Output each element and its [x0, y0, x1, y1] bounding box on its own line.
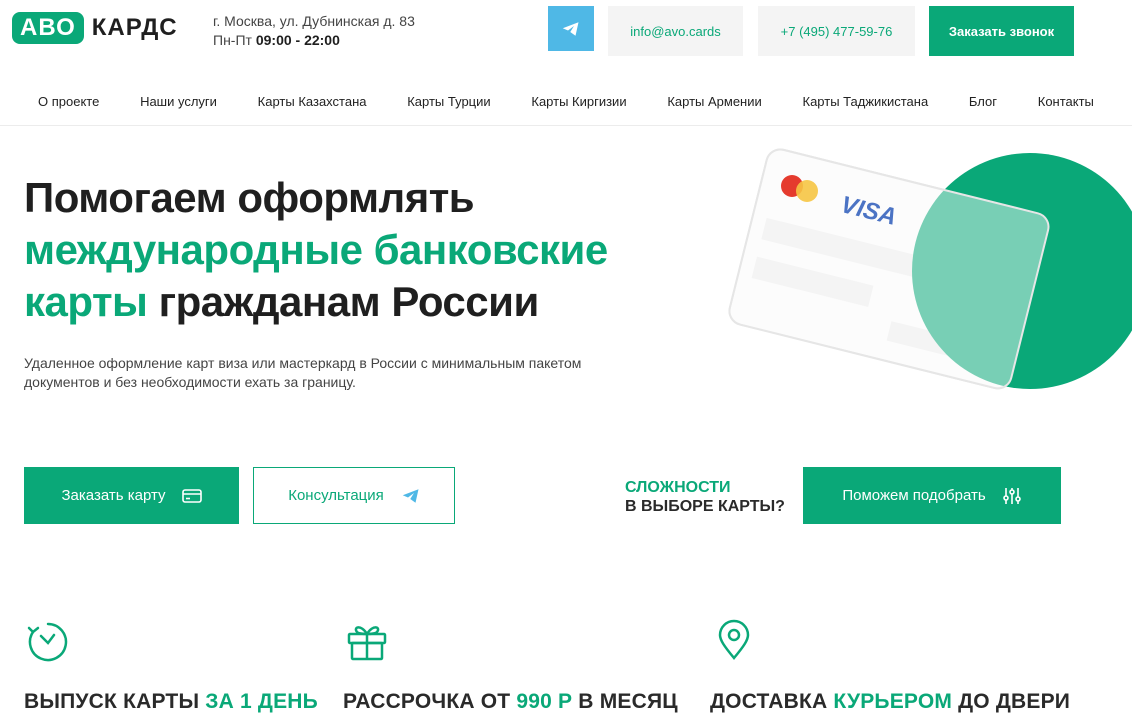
- address-text: г. Москва, ул. Дубнинская д. 83: [213, 13, 415, 29]
- hero-title: Помогаем оформлять международные банковс…: [24, 172, 608, 328]
- hero-card-illustration: VISA: [728, 148, 1132, 390]
- order-card-label: Заказать карту: [61, 487, 166, 504]
- contact-info: г. Москва, ул. Дубнинская д. 83 Пн-Пт 09…: [213, 12, 415, 50]
- nav-item-kazakhstan[interactable]: Карты Казахстана: [240, 94, 385, 109]
- location-pin-icon: [718, 619, 750, 660]
- nav-item-blog[interactable]: Блог: [951, 94, 1015, 109]
- nav-item-armenia[interactable]: Карты Армении: [649, 94, 779, 109]
- credit-card-icon: [181, 488, 202, 503]
- hero-title-line2: международные банковские: [24, 226, 608, 273]
- gift-icon: [347, 626, 387, 661]
- nav-item-services[interactable]: Наши услуги: [122, 94, 235, 109]
- feature-title: ВЫПУСК КАРТЫ ЗА 1 ДЕНЬ: [24, 690, 318, 714]
- nav-item-kyrgyzstan[interactable]: Карты Киргизии: [513, 94, 644, 109]
- difficulty-line1: СЛОЖНОСТИ: [625, 479, 731, 496]
- help-choose-label: Поможем подобрать: [842, 487, 986, 504]
- telegram-button[interactable]: [548, 6, 594, 51]
- help-choose-button[interactable]: Поможем подобрать: [803, 467, 1061, 524]
- clock-icon: [27, 622, 68, 662]
- feature-item-installment: РАССРОЧКА ОТ 990 Р В МЕСЯЦ: [343, 618, 678, 713]
- feature-text: ДОСТАВКА: [710, 690, 834, 713]
- consultation-button[interactable]: Консультация: [253, 467, 455, 524]
- feature-text: РАССРОЧКА ОТ: [343, 690, 517, 713]
- hours-value: 09:00 - 22:00: [255, 32, 340, 48]
- logo[interactable]: АВО КАРДС: [12, 12, 178, 44]
- hero-title-line1: Помогаем оформлять: [24, 174, 475, 221]
- email-button[interactable]: info@avo.cards: [608, 6, 743, 56]
- difficulty-prompt: СЛОЖНОСТИ В ВЫБОРЕ КАРТЫ?: [625, 478, 785, 516]
- main-nav: О проекте Наши услуги Карты Казахстана К…: [20, 94, 1112, 109]
- hours-prefix: Пн-Пт: [213, 32, 252, 48]
- difficulty-line2: В ВЫБОРЕ КАРТЫ?: [625, 498, 785, 515]
- nav-item-contacts[interactable]: Контакты: [1020, 94, 1112, 109]
- site-header: АВО КАРДС г. Москва, ул. Дубнинская д. 8…: [0, 0, 1132, 126]
- feature-highlight: КУРЬЕРОМ: [833, 690, 953, 713]
- hero-subtitle: Удаленное оформление карт виза или масте…: [24, 355, 582, 390]
- telegram-icon: [562, 21, 579, 36]
- feature-text-after: ДО ДВЕРИ: [952, 690, 1071, 713]
- order-card-button[interactable]: Заказать карту: [24, 467, 239, 524]
- phone-button[interactable]: +7 (495) 477-59-76: [758, 6, 915, 56]
- nav-item-tajikistan[interactable]: Карты Таджикистана: [785, 94, 947, 109]
- feature-item-courier-delivery: ДОСТАВКА КУРЬЕРОМ ДО ДВЕРИ: [710, 618, 1070, 713]
- sliders-icon: [1002, 487, 1021, 504]
- feature-text-after: В МЕСЯЦ: [572, 690, 678, 713]
- feature-text: ВЫПУСК КАРТЫ: [24, 690, 206, 713]
- telegram-icon: [402, 488, 419, 503]
- feature-title: РАССРОЧКА ОТ 990 Р В МЕСЯЦ: [343, 690, 678, 714]
- consultation-label: Консультация: [288, 487, 384, 504]
- feature-highlight: 990 Р: [516, 690, 573, 713]
- callback-button[interactable]: Заказать звонок: [929, 6, 1074, 56]
- working-hours: Пн-Пт 09:00 - 22:00: [213, 31, 415, 50]
- feature-title: ДОСТАВКА КУРЬЕРОМ ДО ДВЕРИ: [710, 690, 1070, 714]
- nav-item-about[interactable]: О проекте: [20, 94, 117, 109]
- feature-highlight: ЗА 1 ДЕНЬ: [205, 690, 318, 713]
- logo-badge: АВО: [12, 12, 84, 44]
- nav-item-turkey[interactable]: Карты Турции: [389, 94, 508, 109]
- hero-title-line3-rest: гражданам России: [147, 278, 540, 325]
- feature-item-fast-issue: ВЫПУСК КАРТЫ ЗА 1 ДЕНЬ: [24, 618, 318, 713]
- logo-text: КАРДС: [91, 14, 178, 41]
- hero-title-line3-green: карты: [24, 278, 148, 325]
